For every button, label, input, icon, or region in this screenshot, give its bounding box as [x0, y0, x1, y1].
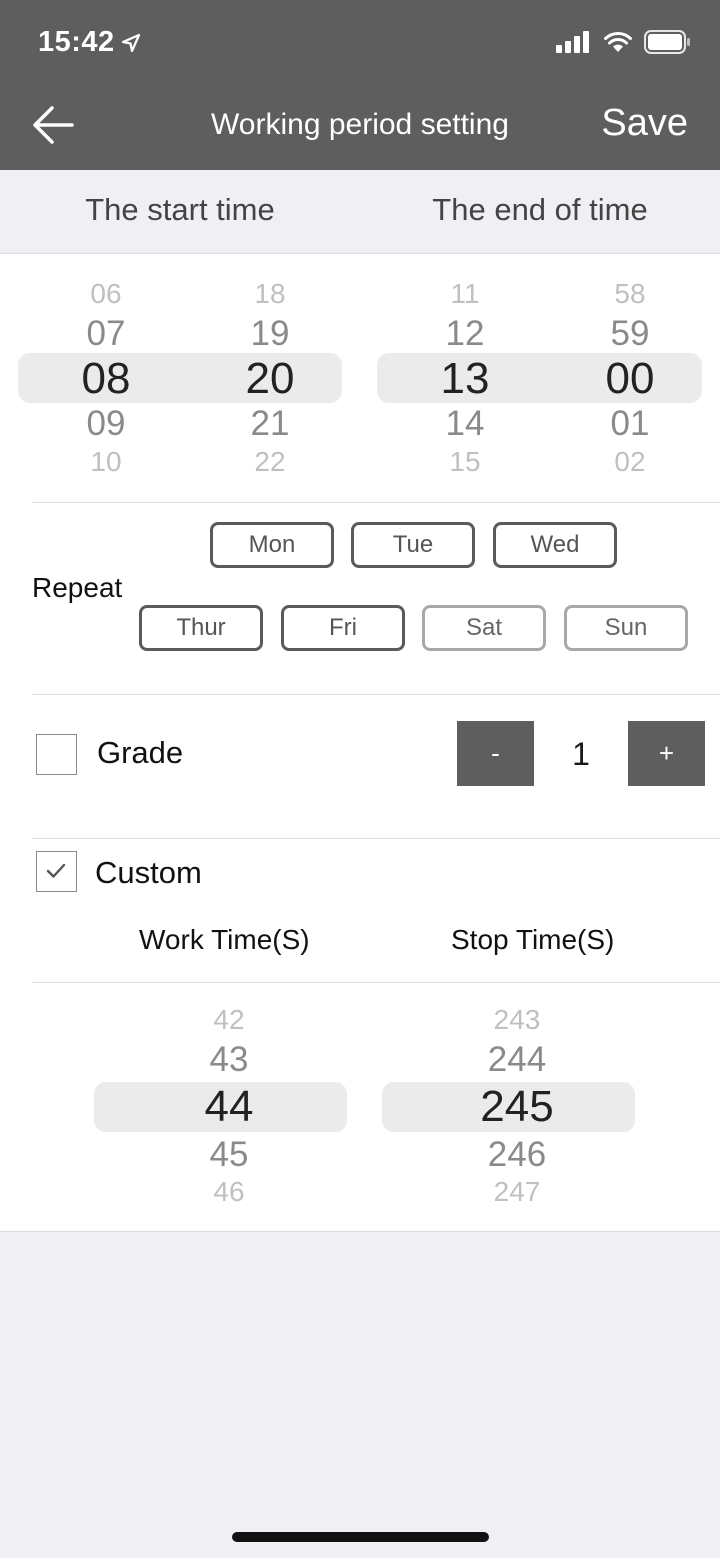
divider	[32, 982, 720, 983]
save-button[interactable]: Save	[601, 102, 688, 145]
time-range-header: The start time The end of time	[0, 170, 720, 254]
picker-option: 45	[209, 1135, 249, 1174]
picker-selected: 20	[245, 354, 295, 403]
work-time-wheel[interactable]: 42 43 44 45 46	[159, 996, 299, 1207]
repeat-label: Repeat	[32, 572, 123, 603]
picker-option: 15	[449, 446, 481, 477]
picker-option: 10	[90, 446, 122, 477]
picker-option: 58	[614, 278, 646, 309]
grade-value: 1	[572, 736, 590, 772]
picker-selected: 245	[480, 1082, 554, 1131]
picker-option: 01	[610, 404, 650, 443]
day-toggle-tue[interactable]: Tue	[351, 522, 475, 568]
picker-option: 243	[493, 1004, 541, 1035]
picker-option: 02	[614, 446, 646, 477]
wifi-icon	[604, 31, 632, 52]
cellular-signal-icon	[556, 31, 589, 53]
custom-checkbox[interactable]	[36, 851, 77, 892]
picker-selected: 13	[440, 354, 490, 403]
increment-button[interactable]: +	[628, 721, 705, 786]
location-arrow-icon	[121, 33, 141, 53]
grade-checkbox[interactable]	[36, 734, 77, 775]
custom-label: Custom	[95, 855, 202, 890]
day-toggle-wed[interactable]: Wed	[493, 522, 617, 568]
picker-option: 06	[90, 278, 122, 309]
start-hour-wheel[interactable]: 06 07 08 09 10	[46, 270, 166, 480]
picker-option: 59	[610, 314, 650, 353]
checkmark-icon	[46, 863, 66, 878]
end-minute-wheel[interactable]: 58 59 00 01 02	[570, 270, 690, 480]
day-toggle-sun[interactable]: Sun	[564, 605, 688, 651]
picker-option: 11	[450, 278, 480, 309]
stop-time-label: Stop Time(S)	[451, 924, 615, 955]
start-time-label: The start time	[85, 192, 275, 227]
start-minute-wheel[interactable]: 18 19 20 21 22	[210, 270, 330, 480]
stop-time-wheel[interactable]: 243 244 245 246 247	[437, 996, 597, 1207]
picker-option: 247	[493, 1176, 541, 1207]
end-hour-wheel[interactable]: 11 12 13 14 15	[405, 270, 525, 480]
status-time: 15:42	[38, 26, 115, 58]
day-toggle-thur[interactable]: Thur	[139, 605, 263, 651]
picker-selected: 00	[605, 354, 655, 403]
divider	[32, 838, 720, 839]
picker-option: 12	[445, 314, 485, 353]
picker-option: 46	[213, 1176, 245, 1207]
picker-option: 18	[254, 278, 286, 309]
picker-option: 22	[254, 446, 286, 477]
day-toggle-fri[interactable]: Fri	[281, 605, 405, 651]
picker-option: 21	[250, 404, 290, 443]
picker-option: 43	[209, 1040, 249, 1079]
divider	[32, 694, 720, 695]
day-toggle-mon[interactable]: Mon	[210, 522, 334, 568]
picker-option: 42	[213, 1004, 245, 1035]
picker-option: 14	[445, 404, 485, 443]
picker-option: 244	[487, 1040, 547, 1079]
divider	[32, 502, 720, 503]
picker-selected: 44	[204, 1082, 254, 1131]
picker-option: 19	[250, 314, 290, 353]
top-bar: 15:42 Working period setting Save	[0, 0, 720, 170]
decrement-button[interactable]: -	[457, 721, 534, 786]
end-time-label: The end of time	[432, 192, 648, 227]
day-toggle-sat[interactable]: Sat	[422, 605, 546, 651]
picker-option: 246	[487, 1135, 547, 1174]
battery-icon	[644, 30, 690, 54]
picker-selected: 08	[81, 354, 131, 403]
grade-label: Grade	[97, 735, 184, 770]
work-time-label: Work Time(S)	[139, 924, 310, 955]
home-indicator[interactable]	[232, 1532, 489, 1542]
status-icons	[556, 30, 692, 54]
picker-option: 07	[86, 314, 126, 353]
picker-option: 09	[86, 404, 126, 443]
